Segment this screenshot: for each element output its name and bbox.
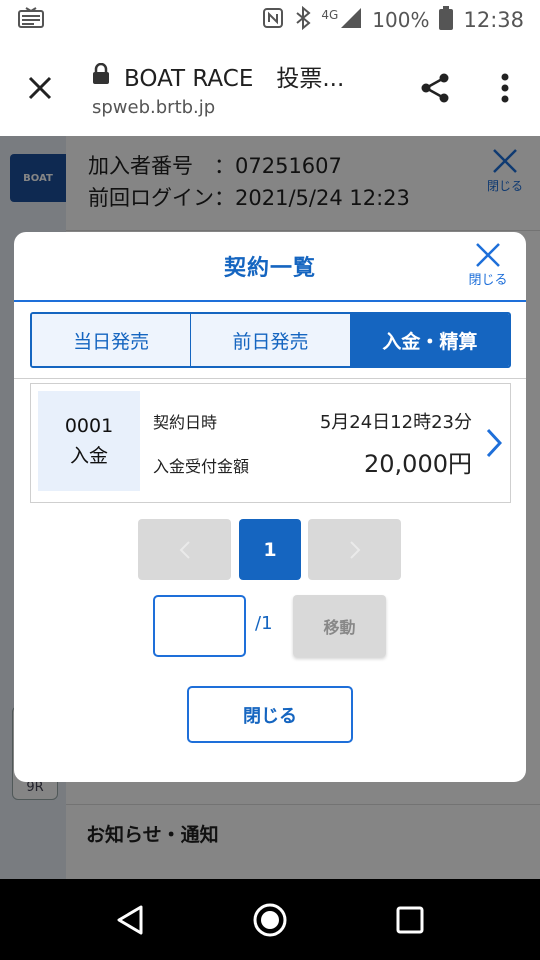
url-domain: spweb.brtb.jp bbox=[92, 96, 216, 118]
tab-previous-day[interactable]: 前日発売 bbox=[191, 314, 351, 366]
contract-date-label: 契約日時 bbox=[153, 413, 218, 432]
chevron-right-icon bbox=[349, 540, 360, 559]
contract-amount-row: 入金受付金額 20,000円 bbox=[153, 444, 472, 479]
close-icon bbox=[476, 243, 500, 267]
more-options-button[interactable] bbox=[470, 40, 540, 136]
contract-number: 0001 bbox=[64, 415, 114, 437]
pager-prev-button[interactable] bbox=[138, 519, 231, 580]
back-triangle-icon bbox=[117, 905, 143, 934]
bluetooth-icon bbox=[295, 5, 311, 35]
modal-title: 契約一覧 bbox=[223, 256, 316, 281]
signal-icon bbox=[340, 7, 362, 34]
divider bbox=[14, 378, 526, 379]
status-bar: 4G 100% 12:38 bbox=[0, 0, 540, 40]
modal-close-label: 閉じる bbox=[468, 273, 508, 288]
close-tab-button[interactable] bbox=[0, 40, 80, 136]
back-button[interactable] bbox=[90, 880, 170, 960]
nfc-icon bbox=[261, 6, 285, 35]
home-button[interactable] bbox=[230, 880, 310, 960]
contract-amount-value: 20,000円 bbox=[364, 450, 472, 478]
chevron-left-icon bbox=[179, 540, 190, 559]
url-block[interactable]: BOAT RACE 投票... spweb.brtb.jp bbox=[80, 59, 400, 118]
contract-list-modal: 契約一覧 閉じる 当日発売 前日発売 入金・精算 0001 入金 契約日時 5月… bbox=[14, 232, 526, 782]
android-nav-bar bbox=[0, 879, 540, 960]
chevron-right-icon bbox=[486, 428, 502, 458]
modal-header: 契約一覧 閉じる bbox=[14, 232, 526, 302]
browser-toolbar: BOAT RACE 投票... spweb.brtb.jp bbox=[0, 40, 540, 136]
move-button[interactable]: 移動 bbox=[293, 595, 386, 657]
contract-type: 入金 bbox=[69, 445, 108, 467]
share-button[interactable] bbox=[400, 40, 470, 136]
tab-same-day[interactable]: 当日発売 bbox=[32, 314, 192, 366]
battery-icon bbox=[439, 5, 454, 35]
page-title: BOAT RACE 投票... bbox=[124, 65, 345, 92]
contract-tabs: 当日発売 前日発売 入金・精算 bbox=[30, 312, 511, 368]
contract-item[interactable]: 0001 入金 契約日時 5月24日12時23分 入金受付金額 20,000円 bbox=[30, 383, 511, 503]
modal-close-button[interactable]: 閉じる bbox=[464, 242, 512, 288]
tab-deposit-settlement[interactable]: 入金・精算 bbox=[350, 314, 509, 366]
contract-date-row: 契約日時 5月24日12時23分 bbox=[153, 408, 472, 434]
pager-next-button[interactable] bbox=[308, 519, 401, 580]
share-icon bbox=[421, 73, 449, 103]
pager-current-page[interactable]: 1 bbox=[239, 519, 301, 580]
recents-square-icon bbox=[396, 906, 424, 933]
close-icon bbox=[28, 76, 52, 100]
clock: 12:38 bbox=[463, 8, 524, 32]
page-number-input[interactable] bbox=[153, 595, 246, 657]
contract-amount-label: 入金受付金額 bbox=[153, 457, 250, 476]
network-type-label: 4G bbox=[321, 8, 339, 22]
battery-percent: 100% bbox=[372, 8, 430, 32]
lock-icon bbox=[92, 62, 110, 89]
recents-button[interactable] bbox=[370, 880, 450, 960]
close-button[interactable]: 閉じる bbox=[187, 686, 353, 743]
news-notification-icon bbox=[18, 7, 44, 33]
status-right: 4G 100% 12:38 bbox=[261, 5, 524, 35]
page-total: /1 bbox=[255, 613, 273, 634]
contract-date-value: 5月24日12時23分 bbox=[319, 412, 472, 433]
home-circle-icon bbox=[253, 903, 287, 936]
contract-badge: 0001 入金 bbox=[38, 391, 140, 491]
more-vert-icon bbox=[501, 73, 509, 103]
